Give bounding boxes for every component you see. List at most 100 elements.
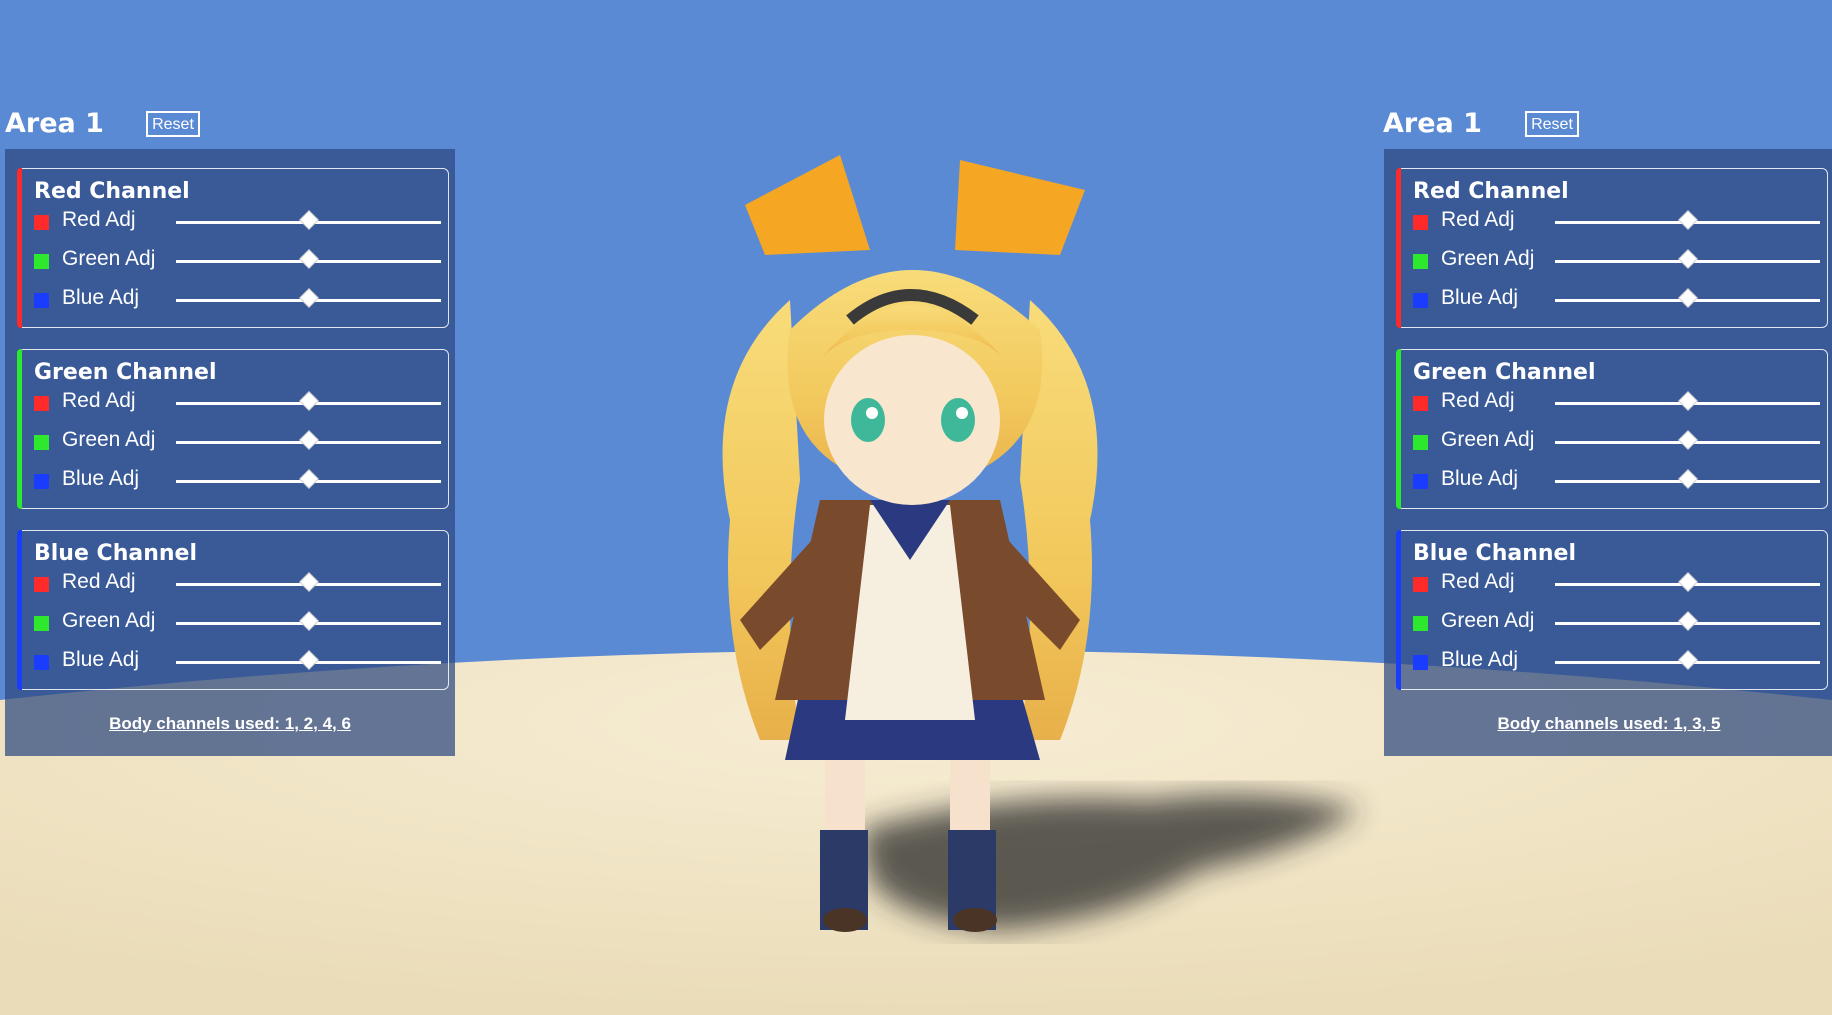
slider-thumb[interactable] — [1677, 249, 1698, 269]
slider-thumb[interactable] — [298, 249, 319, 269]
right-channel-panel: Red Channel Red Adj Green Adj Blue Adj G… — [1384, 149, 1832, 756]
slider-thumb[interactable] — [298, 650, 319, 670]
adj-row-blue: Blue Adj — [1397, 647, 1827, 677]
slider-thumb[interactable] — [1677, 288, 1698, 308]
right-green-channel-group: Green Channel Red Adj Green Adj Blue Adj — [1396, 349, 1828, 509]
adj-row-red: Red Adj — [18, 569, 448, 599]
blue-adj-slider[interactable] — [1555, 469, 1820, 489]
blue-swatch-icon — [34, 474, 49, 489]
adj-label: Green Adj — [1441, 428, 1535, 451]
left-red-channel-group: Red Channel Red Adj Green Adj Blue Adj — [17, 168, 449, 328]
body-channels-link[interactable]: Body channels used: 1, 3, 5 — [1384, 714, 1832, 734]
blue-adj-slider[interactable] — [1555, 288, 1820, 308]
adj-label: Green Adj — [62, 428, 156, 451]
slider-thumb[interactable] — [298, 288, 319, 308]
red-adj-slider[interactable] — [1555, 391, 1820, 411]
red-adj-slider[interactable] — [176, 572, 441, 592]
blue-swatch-icon — [34, 655, 49, 670]
blue-adj-slider[interactable] — [176, 469, 441, 489]
green-swatch-icon — [1413, 254, 1428, 269]
adj-label: Blue Adj — [1441, 286, 1519, 309]
red-swatch-icon — [34, 577, 49, 592]
blue-swatch-icon — [1413, 474, 1428, 489]
red-swatch-icon — [1413, 577, 1428, 592]
group-title: Blue Channel — [1413, 541, 1576, 566]
red-swatch-icon — [1413, 396, 1428, 411]
adj-row-blue: Blue Adj — [1397, 466, 1827, 496]
left-channel-panel: Red Channel Red Adj Green Adj Blue Adj G… — [5, 149, 455, 756]
adj-row-blue: Blue Adj — [1397, 285, 1827, 315]
blue-swatch-icon — [34, 293, 49, 308]
green-adj-slider[interactable] — [1555, 430, 1820, 450]
slider-thumb[interactable] — [1677, 430, 1698, 450]
adj-label: Red Adj — [1441, 389, 1515, 412]
green-swatch-icon — [1413, 435, 1428, 450]
group-title: Blue Channel — [34, 541, 197, 566]
adj-row-blue: Blue Adj — [18, 647, 448, 677]
adj-row-green: Green Adj — [1397, 427, 1827, 457]
green-adj-slider[interactable] — [1555, 249, 1820, 269]
adj-label: Red Adj — [62, 208, 136, 231]
adj-row-red: Red Adj — [1397, 388, 1827, 418]
group-title: Green Channel — [34, 360, 217, 385]
red-swatch-icon — [1413, 215, 1428, 230]
slider-thumb[interactable] — [298, 572, 319, 592]
adj-row-green: Green Adj — [18, 608, 448, 638]
slider-thumb[interactable] — [298, 391, 319, 411]
adj-row-green: Green Adj — [18, 246, 448, 276]
group-title: Red Channel — [1413, 179, 1569, 204]
adj-label: Green Adj — [1441, 247, 1535, 270]
slider-thumb[interactable] — [1677, 391, 1698, 411]
slider-thumb[interactable] — [1677, 210, 1698, 230]
adj-label: Green Adj — [62, 609, 156, 632]
left-area-title: Area 1 — [5, 108, 104, 139]
right-reset-button[interactable]: Reset — [1525, 111, 1579, 137]
green-adj-slider[interactable] — [1555, 611, 1820, 631]
green-swatch-icon — [1413, 616, 1428, 631]
red-adj-slider[interactable] — [176, 210, 441, 230]
blue-adj-slider[interactable] — [176, 288, 441, 308]
green-adj-slider[interactable] — [176, 249, 441, 269]
blue-swatch-icon — [1413, 293, 1428, 308]
left-reset-button[interactable]: Reset — [146, 111, 200, 137]
slider-thumb[interactable] — [1677, 650, 1698, 670]
red-swatch-icon — [34, 215, 49, 230]
adj-row-red: Red Adj — [18, 388, 448, 418]
slider-thumb[interactable] — [298, 210, 319, 230]
green-adj-slider[interactable] — [176, 611, 441, 631]
left-blue-channel-group: Blue Channel Red Adj Green Adj Blue Adj — [17, 530, 449, 690]
adj-row-blue: Blue Adj — [18, 285, 448, 315]
body-channels-link[interactable]: Body channels used: 1, 2, 4, 6 — [5, 714, 455, 734]
adj-label: Green Adj — [62, 247, 156, 270]
blue-adj-slider[interactable] — [176, 650, 441, 670]
red-adj-slider[interactable] — [176, 391, 441, 411]
adj-label: Red Adj — [1441, 208, 1515, 231]
slider-thumb[interactable] — [1677, 572, 1698, 592]
right-red-channel-group: Red Channel Red Adj Green Adj Blue Adj — [1396, 168, 1828, 328]
red-adj-slider[interactable] — [1555, 572, 1820, 592]
adj-label: Blue Adj — [62, 467, 140, 490]
adj-row-green: Green Adj — [1397, 246, 1827, 276]
slider-thumb[interactable] — [298, 430, 319, 450]
green-adj-slider[interactable] — [176, 430, 441, 450]
adj-label: Red Adj — [62, 389, 136, 412]
adj-row-green: Green Adj — [1397, 608, 1827, 638]
slider-thumb[interactable] — [298, 611, 319, 631]
group-title: Green Channel — [1413, 360, 1596, 385]
red-adj-slider[interactable] — [1555, 210, 1820, 230]
adj-row-red: Red Adj — [1397, 569, 1827, 599]
adj-label: Blue Adj — [62, 286, 140, 309]
group-title: Red Channel — [34, 179, 190, 204]
slider-thumb[interactable] — [1677, 469, 1698, 489]
adj-label: Blue Adj — [1441, 648, 1519, 671]
green-swatch-icon — [34, 254, 49, 269]
adj-label: Blue Adj — [1441, 467, 1519, 490]
right-blue-channel-group: Blue Channel Red Adj Green Adj Blue Adj — [1396, 530, 1828, 690]
adj-label: Green Adj — [1441, 609, 1535, 632]
adj-row-blue: Blue Adj — [18, 466, 448, 496]
right-area-title: Area 1 — [1383, 108, 1482, 139]
green-swatch-icon — [34, 616, 49, 631]
slider-thumb[interactable] — [1677, 611, 1698, 631]
blue-adj-slider[interactable] — [1555, 650, 1820, 670]
slider-thumb[interactable] — [298, 469, 319, 489]
